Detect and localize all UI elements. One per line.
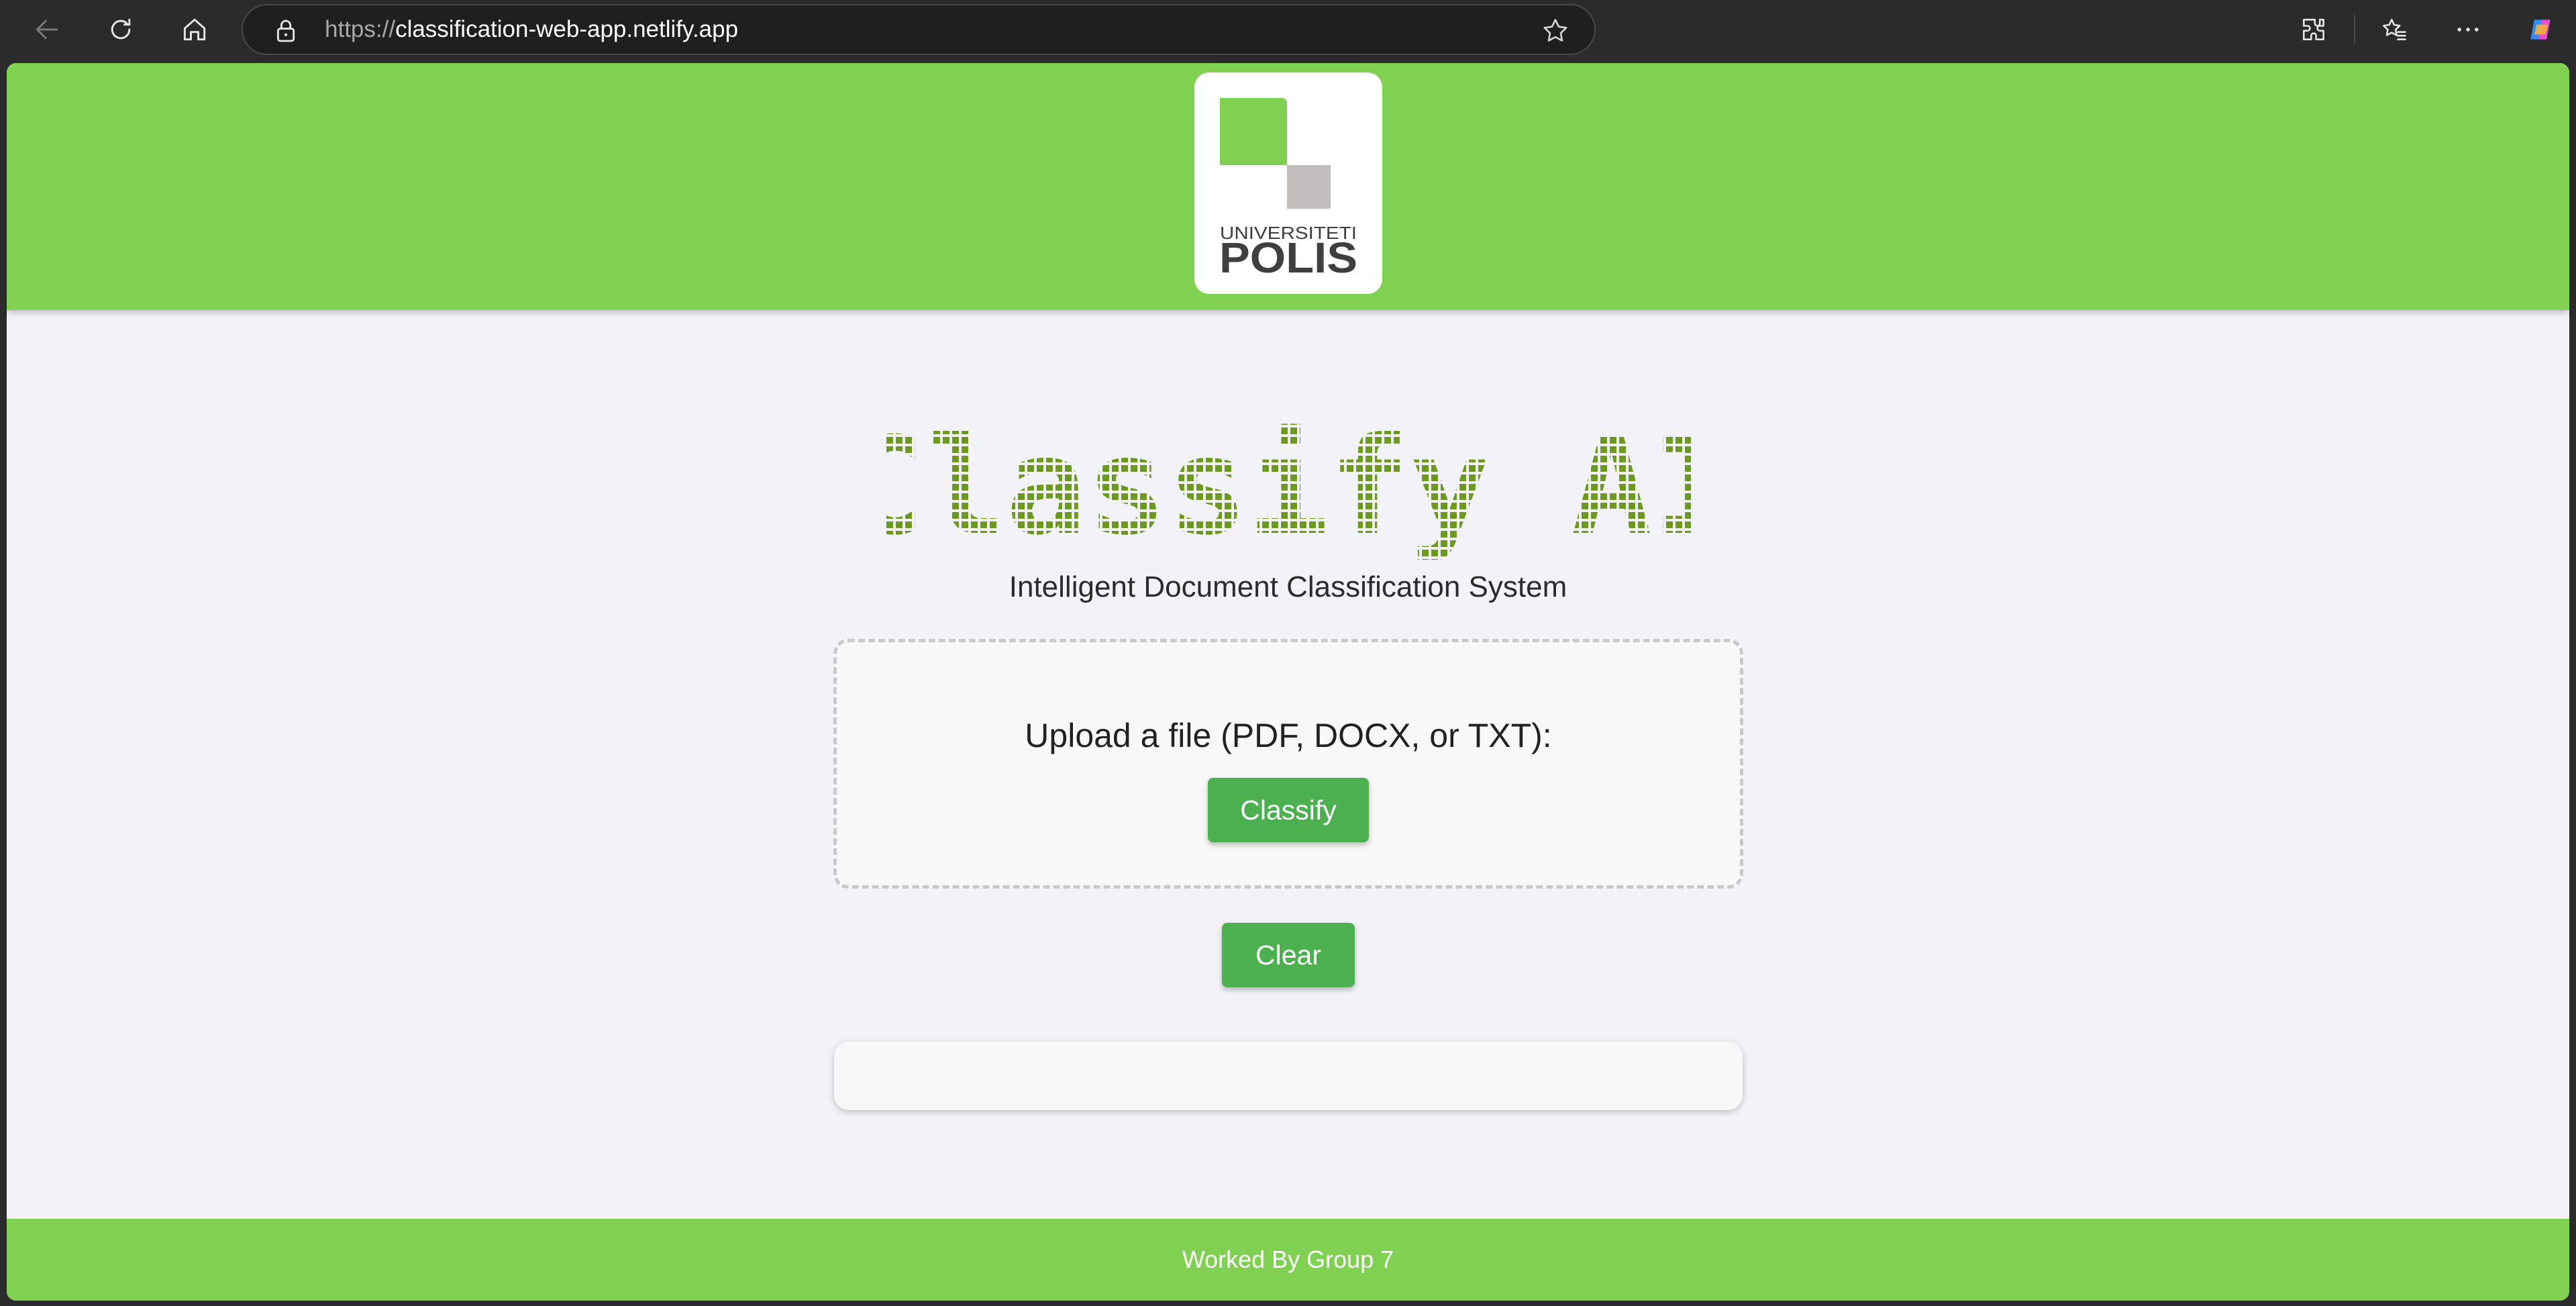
site-footer: Worked By Group 7 bbox=[7, 1219, 2569, 1301]
classify-button[interactable]: Classify bbox=[1208, 778, 1369, 842]
more-icon bbox=[2457, 28, 2479, 32]
copilot-button[interactable] bbox=[2518, 7, 2563, 52]
url-text[interactable]: https://classification-web-app.netlify.a… bbox=[325, 5, 738, 54]
more-button[interactable] bbox=[2445, 7, 2491, 52]
url-scheme: https:// bbox=[325, 16, 396, 42]
footer-text: Worked By Group 7 bbox=[1182, 1246, 1394, 1273]
address-bar[interactable]: https://classification-web-app.netlify.a… bbox=[242, 4, 1596, 55]
refresh-button[interactable] bbox=[98, 7, 144, 52]
refresh-icon bbox=[111, 18, 131, 40]
upload-label: Upload a file (PDF, DOCX, or TXT): bbox=[1025, 717, 1552, 754]
logo-main-text: POLIS bbox=[1219, 234, 1357, 282]
back-arrow-icon bbox=[36, 19, 58, 40]
polis-logo-icon: UNIVERSITETI POLIS bbox=[1219, 98, 1357, 282]
upload-dropzone[interactable]: Upload a file (PDF, DOCX, or TXT): Class… bbox=[833, 639, 1743, 889]
home-button[interactable] bbox=[172, 7, 217, 52]
back-button[interactable] bbox=[24, 7, 70, 52]
lock-icon[interactable] bbox=[272, 17, 299, 44]
favorites-button[interactable] bbox=[2371, 7, 2417, 52]
url-host: classification-web-app.netlify.app bbox=[395, 16, 739, 42]
page-viewport: UNIVERSITETI POLIS Classify AI Intellige… bbox=[7, 63, 2569, 1301]
extensions-button[interactable] bbox=[2291, 7, 2336, 52]
extensions-icon bbox=[2303, 19, 2324, 40]
star-icon[interactable] bbox=[1541, 16, 1570, 46]
page-title: Classify AI bbox=[7, 399, 2569, 560]
title-text: Classify AI bbox=[886, 409, 1691, 560]
browser-toolbar: https://classification-web-app.netlify.a… bbox=[0, 0, 2576, 59]
toolbar-separator bbox=[2354, 15, 2355, 44]
favorites-icon bbox=[2383, 19, 2406, 40]
university-logo: UNIVERSITETI POLIS bbox=[1194, 72, 1382, 294]
copilot-icon bbox=[2530, 19, 2551, 40]
site-header: UNIVERSITETI POLIS bbox=[7, 63, 2569, 310]
page-subtitle: Intelligent Document Classification Syst… bbox=[1009, 570, 1567, 603]
dotted-title: Classify AI bbox=[886, 409, 1691, 560]
clear-button[interactable]: Clear bbox=[1222, 923, 1355, 987]
home-icon bbox=[183, 18, 206, 41]
result-output bbox=[834, 1042, 1743, 1110]
